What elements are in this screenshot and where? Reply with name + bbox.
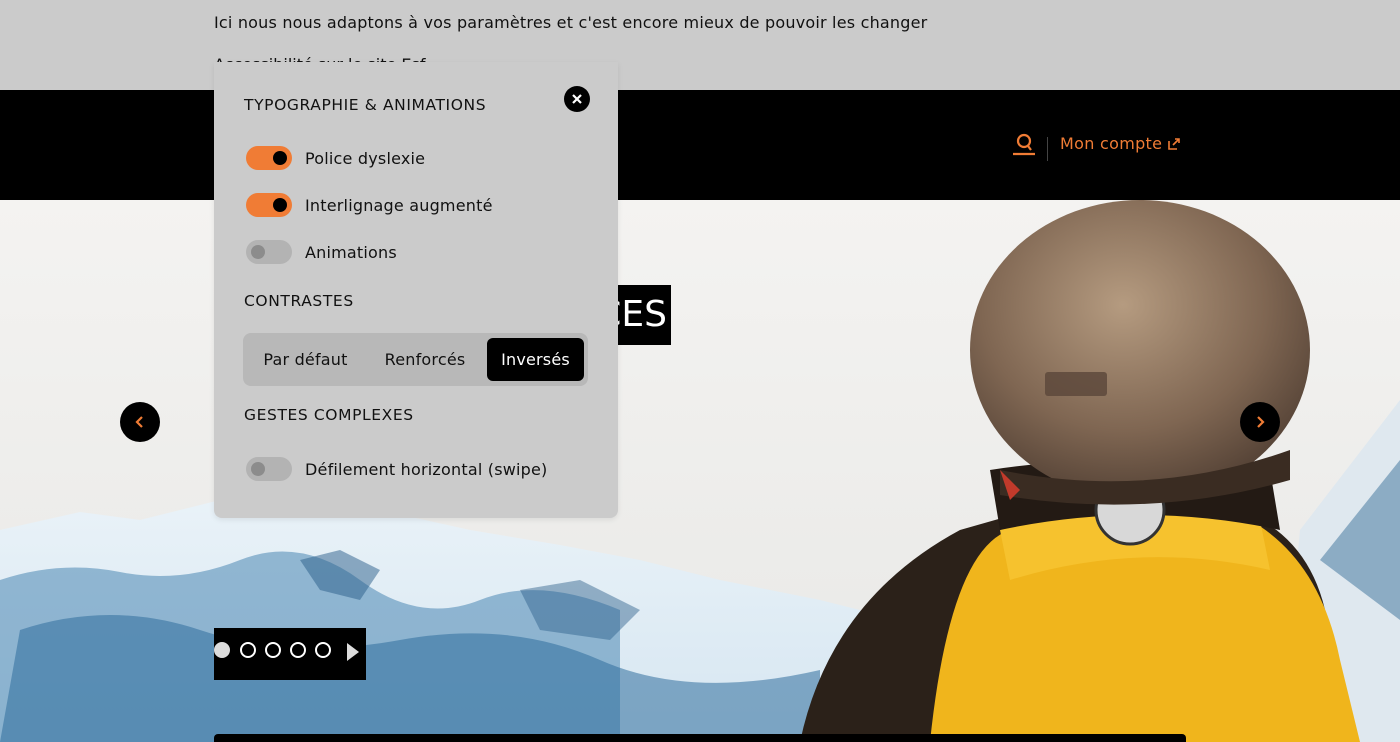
account-link[interactable]: Mon compte xyxy=(1060,134,1181,154)
accessibility-info-bar: Ici nous nous adaptons à vos paramètres … xyxy=(0,0,1400,91)
carousel-next-button[interactable] xyxy=(1240,402,1280,442)
header-divider xyxy=(1047,137,1048,161)
toggle-switch[interactable] xyxy=(246,457,292,481)
toggle-label: Interlignage augmenté xyxy=(305,195,493,215)
contrast-selector: Par défaut Renforcés Inversés xyxy=(243,333,588,386)
account-label: Mon compte xyxy=(1060,134,1163,153)
contrast-option-enhanced[interactable]: Renforcés xyxy=(367,338,483,381)
play-button[interactable] xyxy=(344,642,362,662)
toggle-animations[interactable]: Animations xyxy=(246,240,397,264)
section-title-gestures: GESTES COMPLEXES xyxy=(244,406,414,424)
intro-text: Ici nous nous adaptons à vos paramètres … xyxy=(214,13,928,32)
chevron-left-icon xyxy=(135,416,143,428)
accessibility-panel: TYPOGRAPHIE & ANIMATIONS Police dyslexie… xyxy=(214,62,618,518)
search-icon xyxy=(1013,133,1035,156)
toggle-horizontal-swipe[interactable]: Défilement horizontal (swipe) xyxy=(246,457,548,481)
toggle-label: Police dyslexie xyxy=(305,148,426,168)
section-title-typography: TYPOGRAPHIE & ANIMATIONS xyxy=(244,96,487,114)
carousel-dot[interactable] xyxy=(240,642,256,658)
toggle-label: Défilement horizontal (swipe) xyxy=(305,459,548,479)
site-header xyxy=(0,90,1400,200)
contrast-option-default[interactable]: Par défaut xyxy=(248,338,363,381)
chevron-right-icon xyxy=(1257,416,1265,428)
close-icon xyxy=(572,94,582,104)
carousel-dot[interactable] xyxy=(315,642,331,658)
carousel-dot[interactable] xyxy=(265,642,281,658)
carousel-dot[interactable] xyxy=(290,642,306,658)
search-button[interactable] xyxy=(1010,131,1038,159)
toggle-label: Animations xyxy=(305,242,397,262)
contrast-option-inverted[interactable]: Inversés xyxy=(487,338,584,381)
carousel-pagination xyxy=(214,628,366,680)
toggle-switch[interactable] xyxy=(246,193,292,217)
toggle-line-spacing[interactable]: Interlignage augmenté xyxy=(246,193,493,217)
content-strip xyxy=(214,734,1186,742)
carousel-dot[interactable] xyxy=(214,642,230,658)
toggle-switch[interactable] xyxy=(246,240,292,264)
hero-image xyxy=(0,200,1400,742)
hero-carousel: CES xyxy=(0,200,1400,742)
toggle-switch[interactable] xyxy=(246,146,292,170)
section-title-contrasts: CONTRASTES xyxy=(244,292,354,310)
close-button[interactable] xyxy=(564,86,590,112)
play-icon xyxy=(347,643,359,661)
external-link-icon xyxy=(1168,135,1181,154)
toggle-dyslexia-font[interactable]: Police dyslexie xyxy=(246,146,425,170)
carousel-prev-button[interactable] xyxy=(120,402,160,442)
